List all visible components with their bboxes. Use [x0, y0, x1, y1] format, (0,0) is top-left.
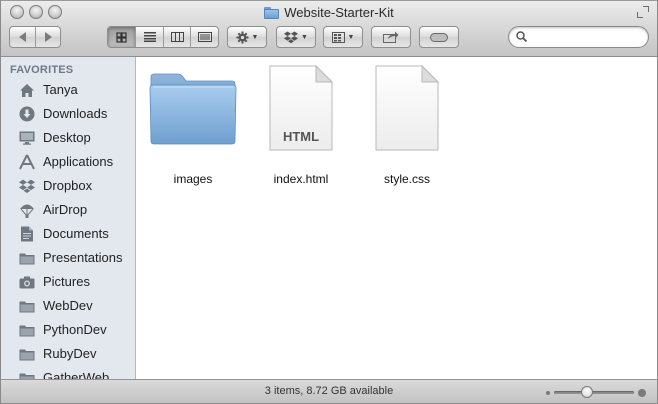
sidebar-item-pythondev[interactable]: PythonDev — [1, 318, 135, 342]
sidebar-item-label: GatherWeb — [43, 370, 110, 379]
sidebar-item-applications[interactable]: Applications — [1, 150, 135, 174]
status-bar: 3 items, 8.72 GB available — [1, 379, 657, 403]
icon-size-slider[interactable] — [554, 386, 634, 398]
camera-icon — [18, 273, 36, 291]
share-icon — [383, 31, 399, 43]
file-item-style-css[interactable]: style.css — [357, 65, 457, 195]
cover-flow-icon — [197, 32, 212, 42]
folder-icon — [18, 369, 36, 379]
sidebar-item-presentations[interactable]: Presentations — [1, 246, 135, 270]
folder-icon — [18, 345, 36, 363]
file-name: images — [173, 172, 213, 186]
sidebar-item-airdrop[interactable]: AirDrop — [1, 198, 135, 222]
file-name: style.css — [383, 172, 430, 186]
folder-icon — [18, 249, 36, 267]
sidebar-item-label: AirDrop — [43, 202, 88, 217]
html-badge: HTML — [283, 129, 319, 144]
sidebar-item-tanya[interactable]: Tanya — [1, 78, 135, 102]
sidebar-item-webdev[interactable]: WebDev — [1, 294, 135, 318]
documents-icon — [18, 225, 36, 243]
folder-icon — [18, 297, 36, 315]
html-file-icon: HTML — [269, 65, 334, 151]
dropbox-icon — [18, 177, 36, 195]
desktop-icon — [18, 129, 36, 147]
file-browser-content: images HTML index.html style.css — [137, 57, 657, 379]
sidebar-item-downloads[interactable]: Downloads — [1, 102, 135, 126]
zoom-small-icon — [546, 391, 550, 395]
sidebar-item-label: Desktop — [43, 130, 91, 145]
search-icon — [516, 31, 527, 42]
tag-pill-icon — [430, 32, 448, 42]
back-arrow-icon — [18, 32, 26, 42]
list-view-icon — [143, 32, 156, 42]
sidebar-item-label: Pictures — [43, 274, 90, 289]
sidebar-item-gatherweb[interactable]: GatherWeb — [1, 366, 135, 379]
sidebar-item-dropbox[interactable]: Dropbox — [1, 174, 135, 198]
folder-icon — [264, 6, 280, 19]
sidebar-item-rubydev[interactable]: RubyDev — [1, 342, 135, 366]
file-item-index-html[interactable]: HTML index.html — [251, 65, 351, 195]
finder-window: Website-Starter-Kit ▼ ▼ ▼ FAVORITES Tany… — [0, 0, 658, 404]
search-field[interactable] — [508, 26, 649, 48]
sidebar-item-desktop[interactable]: Desktop — [1, 126, 135, 150]
column-view-icon — [170, 32, 184, 42]
sidebar-item-documents[interactable]: Documents — [1, 222, 135, 246]
sidebar-item-label: WebDev — [43, 298, 93, 313]
file-name: index.html — [273, 172, 329, 186]
sidebar-item-label: Presentations — [43, 250, 123, 265]
window-title: Website-Starter-Kit — [284, 5, 394, 20]
sidebar-item-label: Applications — [43, 154, 114, 169]
home-icon — [18, 81, 36, 99]
airdrop-icon — [18, 201, 36, 219]
list-view-button[interactable] — [135, 27, 163, 47]
search-input[interactable] — [531, 30, 643, 44]
column-view-button[interactable] — [162, 27, 191, 47]
cover-flow-view-button[interactable] — [190, 27, 218, 47]
sidebar-item-label: PythonDev — [43, 322, 107, 337]
folder-icon — [18, 321, 36, 339]
chevron-down-icon: ▼ — [301, 33, 308, 41]
action-menu-button[interactable]: ▼ — [227, 26, 267, 48]
back-forward-control — [9, 26, 61, 48]
forward-button[interactable] — [35, 27, 60, 47]
document-icon — [375, 65, 440, 151]
share-button[interactable] — [371, 26, 411, 48]
fullscreen-icon[interactable] — [637, 6, 649, 18]
downloads-icon — [18, 105, 36, 123]
arrange-grid-icon — [331, 31, 345, 43]
forward-arrow-icon — [45, 32, 52, 42]
sidebar-item-label: Documents — [43, 226, 109, 241]
icon-view-icon — [116, 31, 127, 43]
window-title-area: Website-Starter-Kit — [1, 5, 657, 21]
view-mode-control — [107, 26, 219, 48]
chevron-down-icon: ▼ — [347, 33, 355, 41]
file-item-images[interactable]: images — [143, 65, 243, 195]
sidebar-item-label: RubyDev — [43, 346, 97, 361]
sidebar-item-label: Tanya — [43, 82, 78, 97]
sidebar: FAVORITES Tanya Downloads Desktop Applic… — [1, 57, 136, 379]
icon-view-button[interactable] — [108, 27, 136, 47]
tags-button[interactable] — [419, 26, 459, 48]
dropbox-menu-button[interactable]: ▼ — [276, 26, 316, 48]
titlebar-toolbar: Website-Starter-Kit ▼ ▼ ▼ — [1, 1, 657, 57]
zoom-large-icon — [638, 389, 646, 397]
folder-icon — [149, 73, 237, 145]
chevron-down-icon: ▼ — [251, 33, 259, 41]
arrange-menu-button[interactable]: ▼ — [323, 26, 363, 48]
sidebar-heading-favorites: FAVORITES — [10, 64, 74, 76]
applications-icon — [18, 153, 36, 171]
back-button[interactable] — [10, 27, 35, 47]
sidebar-item-label: Downloads — [43, 106, 108, 121]
sidebar-item-label: Dropbox — [43, 178, 93, 193]
gear-icon — [236, 31, 249, 43]
sidebar-item-pictures[interactable]: Pictures — [1, 270, 135, 294]
dropbox-icon — [284, 31, 299, 43]
